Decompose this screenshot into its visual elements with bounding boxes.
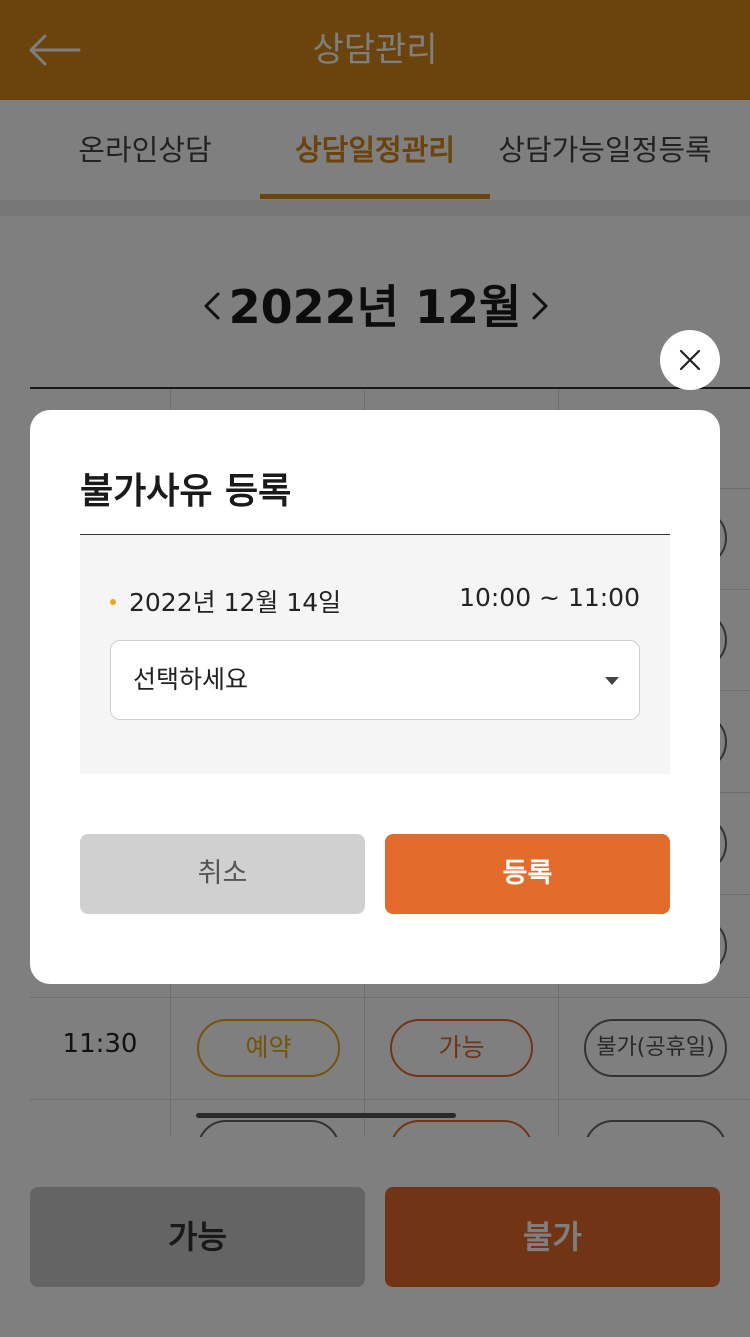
close-icon: [679, 349, 701, 371]
selected-date: 2022년 12월 14일: [129, 588, 342, 617]
register-button[interactable]: 등록: [385, 834, 670, 914]
unavailable-reason-modal: 불가사유 등록 2022년 12월 14일 10:00 ~ 11:00 선택하세…: [30, 410, 720, 984]
selected-time-range: 10:00 ~ 11:00: [459, 583, 640, 612]
reason-select[interactable]: 선택하세요: [110, 640, 640, 720]
modal-close-button[interactable]: [660, 330, 720, 390]
modal-title: 불가사유 등록: [80, 471, 292, 512]
bullet-icon: [110, 599, 116, 605]
reason-panel: 2022년 12월 14일 10:00 ~ 11:00 선택하세요: [80, 535, 670, 774]
cancel-button[interactable]: 취소: [80, 834, 365, 914]
dropdown-caret-icon: [605, 677, 619, 685]
reason-select-value: 선택하세요: [133, 665, 249, 694]
